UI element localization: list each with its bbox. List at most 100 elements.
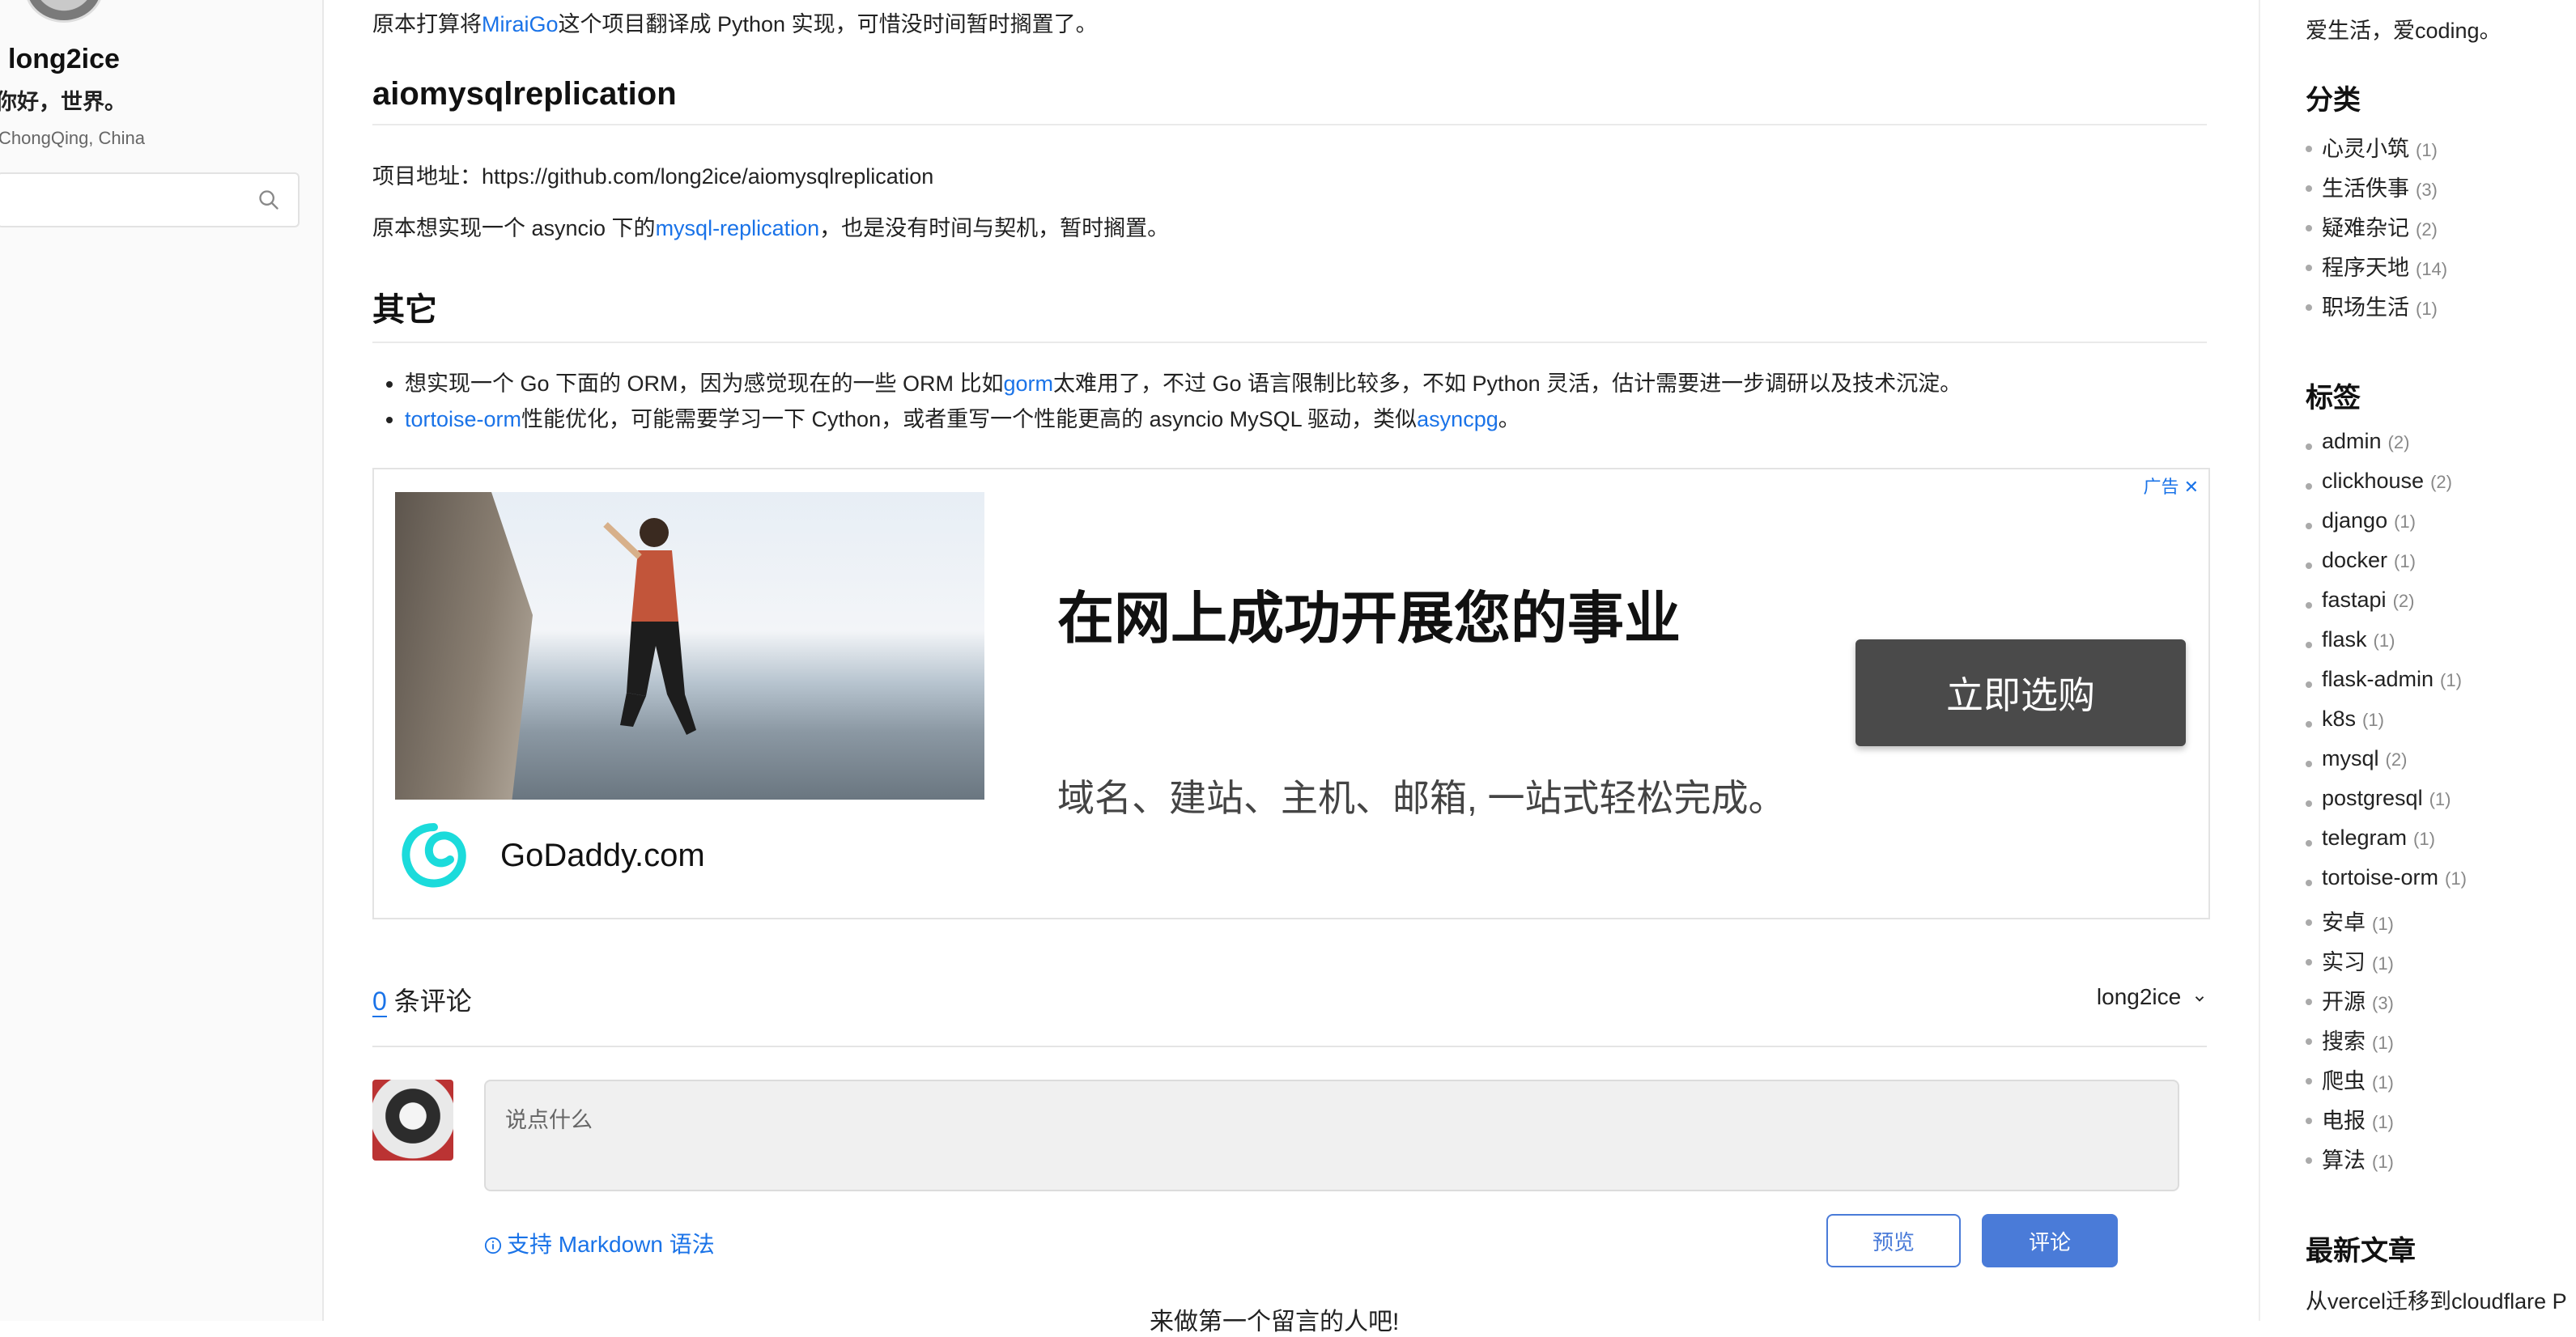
category-item[interactable]: 职场生活 (1) [2306, 290, 2447, 329]
tag-name[interactable]: 实习 [2322, 950, 2366, 974]
category-count: (1) [2416, 140, 2438, 160]
tag-item[interactable]: telegram (1) [2306, 826, 2467, 865]
tag-name[interactable]: tortoise-orm [2322, 865, 2438, 889]
section-heading-aiomysqlreplication: aiomysqlreplication [372, 76, 2207, 125]
category-name[interactable]: 疑难杂记 [2322, 216, 2409, 240]
tag-item[interactable]: docker (1) [2306, 548, 2467, 588]
tag-item[interactable]: 爬虫 (1) [2306, 1063, 2467, 1103]
ad-subline[interactable]: 域名、建站、主机、邮箱, 一站式轻松完成。 [1057, 769, 1786, 822]
category-name[interactable]: 程序天地 [2322, 256, 2409, 280]
site-location: ChongQing, China [0, 128, 146, 148]
category-name[interactable]: 职场生活 [2322, 295, 2409, 320]
tag-name[interactable]: telegram [2322, 826, 2407, 850]
miraigo-link[interactable]: MiraiGo [482, 12, 559, 36]
tag-name[interactable]: 算法 [2322, 1148, 2366, 1173]
aiomysql-paragraph: 原本想实现一个 asyncio 下的mysql-replication，也是没有… [372, 210, 1169, 242]
tag-count: (2) [2430, 472, 2452, 492]
category-name[interactable]: 生活佚事 [2322, 176, 2409, 201]
tag-item[interactable]: admin (2) [2306, 429, 2467, 469]
intro-paragraph: 原本打算将MiraiGo这个项目翻译成 Python 实现，可惜没时间暂时搁置了… [372, 6, 1098, 38]
tag-item[interactable]: 搜索 (1) [2306, 1024, 2467, 1063]
ad-headline[interactable]: 在网上成功开展您的事业 [1057, 573, 1681, 655]
tag-count: (3) [2372, 993, 2394, 1013]
tag-item[interactable]: 算法 (1) [2306, 1143, 2467, 1182]
ad-image[interactable] [395, 492, 984, 800]
search-input[interactable] [0, 172, 300, 227]
category-item[interactable]: 疑难杂记 (2) [2306, 210, 2447, 250]
right-sidebar: 爱生活，爱coding。 分类 心灵小筑 (1) 生活佚事 (3) 疑难杂记 (2) … [2259, 0, 2576, 1321]
category-list: 心灵小筑 (1) 生活佚事 (3) 疑难杂记 (2) 程序天地 (14) 职场生活 (1) [2306, 131, 2447, 329]
tag-item[interactable]: 安卓 (1) [2306, 905, 2467, 944]
comment-count-number[interactable]: 0 [372, 987, 387, 1017]
tag-name[interactable]: 搜索 [2322, 1029, 2366, 1054]
list-item: tortoise-orm性能优化，可能需要学习一下 Cython，或者重写一个性… [405, 401, 1962, 437]
ad-brand-name[interactable]: GoDaddy.com [500, 838, 705, 874]
category-name[interactable]: 心灵小筑 [2322, 137, 2409, 161]
category-item[interactable]: 心灵小筑 (1) [2306, 131, 2447, 171]
current-user-menu[interactable]: long2ice [2097, 984, 2207, 1010]
tag-item[interactable]: django (1) [2306, 508, 2467, 548]
others-item-text: 性能优化，可能需要学习一下 Cython，或者重写一个性能更高的 asyncio… [521, 407, 1418, 431]
tag-count: (1) [2362, 710, 2384, 730]
preview-button[interactable]: 预览 [1826, 1214, 1961, 1267]
tag-item[interactable]: k8s (1) [2306, 707, 2467, 746]
section-heading-others: 其它 [372, 283, 2207, 343]
tag-name[interactable]: fastapi [2322, 588, 2387, 612]
tag-name[interactable]: admin [2322, 429, 2382, 453]
tags-heading: 标签 [2306, 383, 2361, 414]
tag-name[interactable]: docker [2322, 548, 2387, 572]
latest-post-link[interactable]: 从vercel迁移到cloudflare P [2306, 1284, 2567, 1315]
tag-item[interactable]: 开源 (3) [2306, 984, 2467, 1024]
tag-list: admin (2) clickhouse (2) django (1) docker(… [2306, 429, 2467, 1182]
tag-item[interactable]: fastapi (2) [2306, 588, 2467, 627]
others-item-text: 想实现一个 Go 下面的 ORM，因为感觉现在的一些 ORM 比如 [405, 371, 1004, 396]
profile-avatar[interactable] [24, 0, 104, 23]
tag-name[interactable]: clickhouse [2322, 469, 2424, 493]
tortoise-orm-link[interactable]: tortoise-orm [405, 407, 521, 431]
submit-comment-button[interactable]: 评论 [1982, 1214, 2118, 1267]
markdown-hint-link[interactable]: 支持 Markdown 语法 [484, 1227, 715, 1259]
gorm-link[interactable]: gorm [1004, 371, 1054, 396]
comments-header: 0 条评论 long2ice [372, 981, 2207, 1047]
tag-count: (2) [2387, 432, 2410, 452]
others-item-text: 。 [1498, 407, 1520, 431]
category-item[interactable]: 程序天地 (14) [2306, 250, 2447, 290]
category-count: (2) [2416, 219, 2438, 240]
tag-item[interactable]: flask-admin (1) [2306, 667, 2467, 707]
tag-item[interactable]: clickhouse (2) [2306, 469, 2467, 508]
article-main: 原本打算将MiraiGo这个项目翻译成 Python 实现，可惜没时间暂时搁置了… [372, 0, 2210, 1335]
tag-name[interactable]: 安卓 [2322, 910, 2366, 935]
advertisement[interactable]: 广告 ✕ GoDaddy.com 在网上成功开展您的事业 立即选购 域名、建站、… [372, 468, 2210, 919]
tag-count: (2) [2392, 591, 2415, 611]
tag-name[interactable]: mysql [2322, 746, 2379, 770]
mysql-replication-link[interactable]: mysql-replication [656, 216, 820, 240]
tag-item[interactable]: postgresql (1) [2306, 786, 2467, 826]
tag-item[interactable]: 实习 (1) [2306, 944, 2467, 984]
category-count: (1) [2416, 299, 2438, 319]
tag-item[interactable]: 电报 (1) [2306, 1103, 2467, 1143]
ad-climber-figure [603, 518, 696, 735]
tag-item[interactable]: tortoise-orm (1) [2306, 865, 2467, 905]
search-icon[interactable] [257, 189, 280, 211]
tag-item[interactable]: mysql (2) [2306, 746, 2467, 786]
tag-name[interactable]: flask-admin [2322, 667, 2434, 691]
tag-name[interactable]: 开源 [2322, 990, 2366, 1014]
category-item[interactable]: 生活佚事 (3) [2306, 171, 2447, 210]
site-motto: 爱生活，爱coding。 [2306, 19, 2502, 43]
ad-shop-now-button[interactable]: 立即选购 [1855, 639, 2186, 746]
comment-textarea[interactable]: 说点什么 [484, 1080, 2179, 1191]
asyncpg-link[interactable]: asyncpg [1417, 407, 1498, 431]
ad-badge[interactable]: 广告 ✕ [2143, 473, 2199, 499]
tag-name[interactable]: postgresql [2322, 786, 2423, 810]
list-item: 想实现一个 Go 下面的 ORM，因为感觉现在的一些 ORM 比如gorm太难用… [405, 366, 1962, 401]
tag-name[interactable]: django [2322, 508, 2387, 533]
tag-name[interactable]: flask [2322, 627, 2367, 652]
tag-name[interactable]: 爬虫 [2322, 1069, 2366, 1093]
current-user-name: long2ice [2096, 984, 2182, 1009]
site-name[interactable]: long2ice [8, 44, 120, 75]
tag-name[interactable]: 电报 [2322, 1109, 2366, 1133]
empty-comments-hint: 来做第一个留言的人吧! [1150, 1309, 1400, 1335]
tag-count: (1) [2440, 670, 2462, 690]
tag-name[interactable]: k8s [2322, 707, 2356, 731]
tag-item[interactable]: flask (1) [2306, 627, 2467, 667]
